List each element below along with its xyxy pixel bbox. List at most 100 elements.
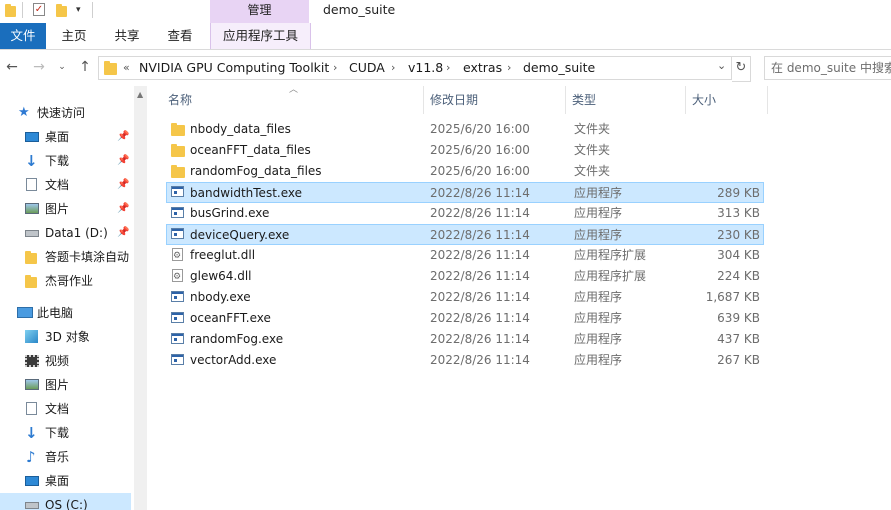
drive-icon	[25, 230, 39, 237]
file-row-vectoradd[interactable]: vectorAdd.exe 2022/8/26 11:14 应用程序 267 K…	[166, 350, 764, 371]
folder-icon	[25, 250, 39, 264]
search-box[interactable]	[764, 56, 891, 80]
breadcrumb-extras[interactable]: extras	[463, 59, 502, 77]
navigation-pane: ★ 快速访问 桌面 📌 ↓ 下载 📌 文档 📌 图片 📌 Data1 (D:) …	[0, 86, 147, 510]
dll-icon	[172, 246, 186, 267]
folder-icon	[171, 123, 185, 136]
breadcrumb-v118[interactable]: v11.8	[408, 59, 443, 77]
exe-icon	[171, 207, 185, 220]
quick-access-dropdown-icon[interactable]: ▾	[76, 2, 86, 18]
recent-locations-chevron-icon[interactable]: ⌄	[53, 58, 71, 76]
address-dropdown-icon[interactable]: ⌄	[717, 57, 726, 75]
file-row-bandwidthtest[interactable]: bandwidthTest.exe 2022/8/26 11:14 应用程序 2…	[166, 182, 764, 203]
music-icon: ♪	[26, 448, 36, 466]
exe-icon	[171, 354, 185, 367]
file-row-nbody[interactable]: nbody.exe 2022/8/26 11:14 应用程序 1,687 KB	[166, 287, 764, 308]
star-icon: ★	[18, 105, 30, 120]
sidebar-item-desktop-pc[interactable]: 桌面	[0, 469, 131, 493]
tab-home[interactable]: 主页	[50, 23, 98, 49]
sidebar-item-desktop[interactable]: 桌面 📌	[0, 125, 131, 149]
sidebar-item-data1-drive[interactable]: Data1 (D:) 📌	[0, 221, 131, 245]
computer-icon	[17, 307, 33, 318]
file-row-randomfog-data-files[interactable]: randomFog_data_files 2025/6/20 16:00 文件夹	[166, 161, 764, 182]
new-folder-icon[interactable]	[56, 3, 70, 17]
picture-icon	[25, 203, 39, 214]
pin-icon[interactable]: 📌	[117, 221, 129, 245]
pin-icon[interactable]: 📌	[117, 149, 129, 173]
breadcrumb-cuda[interactable]: CUDA	[349, 59, 385, 77]
breadcrumb-separator[interactable]: ›	[507, 59, 511, 77]
forward-arrow-icon[interactable]: →	[30, 58, 48, 76]
exe-icon	[171, 333, 185, 346]
tab-share[interactable]: 共享	[103, 23, 151, 49]
breadcrumb-nvidia-toolkit[interactable]: NVIDIA GPU Computing Toolkit	[139, 59, 329, 77]
file-row-randomfog[interactable]: randomFog.exe 2022/8/26 11:14 应用程序 437 K…	[166, 329, 764, 350]
sidebar-item-homework-folder[interactable]: 杰哥作业	[0, 269, 131, 293]
breadcrumb-demo-suite[interactable]: demo_suite	[523, 59, 595, 77]
sidebar-item-pictures[interactable]: 图片 📌	[0, 197, 131, 221]
tab-file[interactable]: 文件	[0, 23, 46, 49]
sidebar-item-downloads[interactable]: ↓ 下载 📌	[0, 149, 131, 173]
exe-icon	[171, 291, 185, 304]
sidebar-item-videos[interactable]: 视频	[0, 349, 131, 373]
column-headers: 名称 修改日期 类型 大小	[160, 86, 772, 114]
title-bar: ✓ ▾ 管理 demo_suite	[0, 0, 891, 23]
download-icon: ↓	[25, 152, 38, 170]
sidebar-item-this-pc[interactable]: 此电脑	[0, 301, 131, 325]
scroll-up-icon[interactable]: ▲	[137, 90, 143, 99]
back-arrow-icon[interactable]: ←	[3, 58, 21, 76]
file-row-freeglut[interactable]: freeglut.dll 2022/8/26 11:14 应用程序扩展 304 …	[166, 245, 764, 267]
sidebar-item-pictures-pc[interactable]: 图片	[0, 373, 131, 397]
folder-icon	[104, 60, 117, 75]
refresh-icon[interactable]: ↻	[732, 56, 751, 82]
sidebar-item-3d-objects[interactable]: 3D 对象	[0, 325, 131, 349]
sidebar-item-quick-access[interactable]: ★ 快速访问	[0, 101, 131, 125]
exe-icon	[171, 312, 185, 325]
folder-icon	[5, 3, 19, 17]
sidebar-item-os-drive[interactable]: OS (C:)	[0, 493, 131, 510]
file-row-devicequery[interactable]: deviceQuery.exe 2022/8/26 11:14 应用程序 230…	[166, 224, 764, 245]
up-arrow-icon[interactable]: ↑	[76, 58, 94, 76]
file-row-nbody-data-files[interactable]: nbody_data_files 2025/6/20 16:00 文件夹	[166, 119, 764, 140]
sidebar-item-downloads-pc[interactable]: ↓ 下载	[0, 421, 131, 445]
drive-icon	[25, 502, 39, 509]
document-icon	[26, 178, 37, 191]
file-row-glew64[interactable]: glew64.dll 2022/8/26 11:14 应用程序扩展 224 KB	[166, 266, 764, 288]
tab-application-tools[interactable]: 应用程序工具	[210, 23, 311, 49]
dll-icon	[172, 267, 186, 288]
window-title: demo_suite	[323, 2, 396, 17]
sidebar-item-documents[interactable]: 文档 📌	[0, 173, 131, 197]
sidebar-item-documents-pc[interactable]: 文档	[0, 397, 131, 421]
breadcrumb-overflow[interactable]: «	[123, 59, 130, 77]
file-row-busgrind[interactable]: busGrind.exe 2022/8/26 11:14 应用程序 313 KB	[166, 203, 764, 224]
folder-icon	[171, 144, 185, 157]
column-header-size[interactable]: 大小	[684, 86, 768, 114]
pin-icon[interactable]: 📌	[117, 197, 129, 221]
sidebar-item-music[interactable]: ♪ 音乐	[0, 445, 131, 469]
properties-icon[interactable]: ✓	[33, 3, 45, 16]
video-icon	[25, 355, 39, 367]
column-header-type[interactable]: 类型	[564, 86, 686, 114]
sidebar-item-answer-sheet-folder[interactable]: 答题卡填涂自动	[0, 245, 131, 269]
file-row-oceanfft-data-files[interactable]: oceanFFT_data_files 2025/6/20 16:00 文件夹	[166, 140, 764, 161]
pin-icon[interactable]: 📌	[117, 125, 129, 149]
column-header-name[interactable]: 名称	[160, 86, 424, 114]
breadcrumb-separator[interactable]: ›	[446, 59, 450, 77]
desktop-icon	[25, 476, 39, 486]
file-row-oceanfft[interactable]: oceanFFT.exe 2022/8/26 11:14 应用程序 639 KB	[166, 308, 764, 329]
breadcrumb-separator[interactable]: ›	[391, 59, 395, 77]
tab-view[interactable]: 查看	[156, 23, 204, 49]
pin-icon[interactable]: 📌	[117, 173, 129, 197]
contextual-group-label: 管理	[210, 0, 309, 23]
sidebar-scrollbar[interactable]: ▲	[134, 86, 147, 510]
document-icon	[26, 402, 37, 415]
address-bar[interactable]: « NVIDIA GPU Computing Toolkit › CUDA › …	[98, 56, 732, 80]
breadcrumb-separator[interactable]: ›	[333, 59, 337, 77]
divider	[92, 2, 93, 18]
column-header-date[interactable]: 修改日期	[422, 86, 566, 114]
exe-icon	[171, 228, 185, 241]
download-icon: ↓	[25, 424, 38, 442]
cube-icon	[25, 330, 38, 343]
picture-icon	[25, 379, 39, 390]
search-input[interactable]	[771, 58, 891, 78]
